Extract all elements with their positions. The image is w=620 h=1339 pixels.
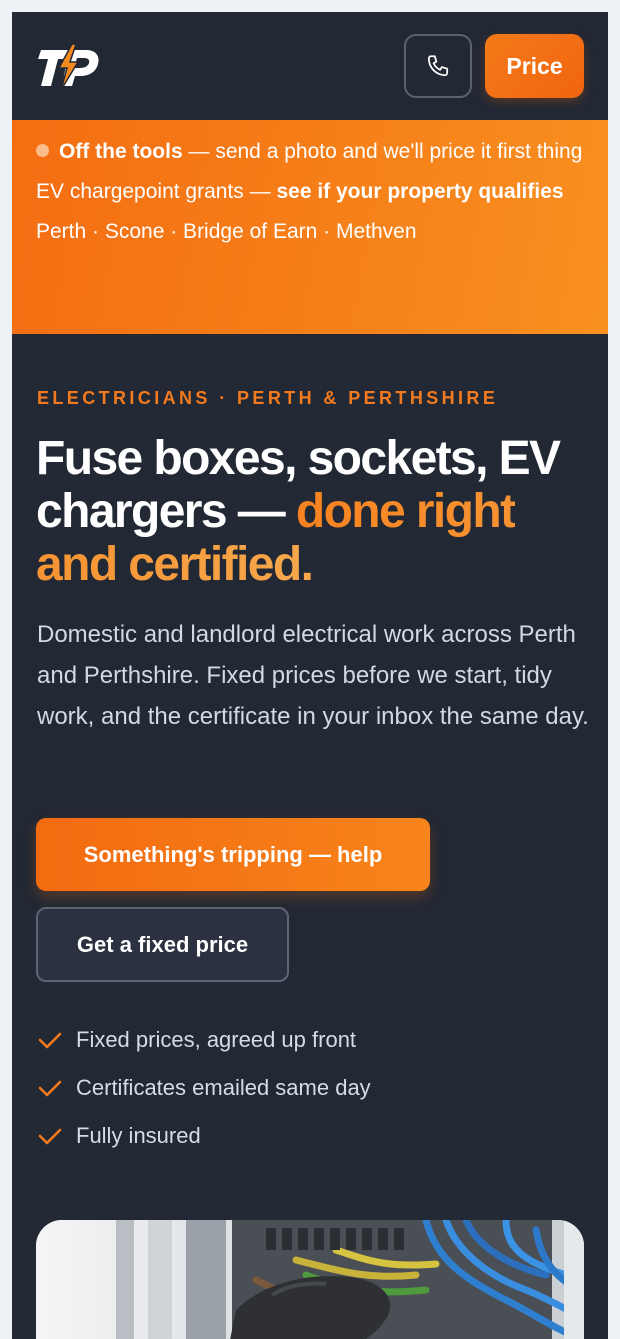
phone-icon — [427, 55, 449, 77]
call-button[interactable] — [404, 34, 472, 98]
checkmark-icon — [36, 1074, 64, 1102]
benefit-label: Fixed prices, agreed up front — [76, 1027, 357, 1052]
hero-eyebrow: ELECTRICIANS · PERTH & PERTHSHIRE — [37, 388, 499, 408]
hero-headline: Fuse boxes, sockets, EV chargers — done … — [36, 432, 596, 591]
benefits-list: Fixed prices, agreed up front Certificat… — [36, 1016, 371, 1160]
benefit-item: Fixed prices, agreed up front — [36, 1016, 371, 1064]
benefit-item: Fully insured — [36, 1112, 371, 1160]
hero-photo-fuse-board — [36, 1220, 584, 1339]
service-area-towns: Perth · Scone · Bridge of Earn · Methven — [36, 220, 417, 243]
site-header: Price — [12, 12, 608, 120]
emergency-help-button[interactable]: Something's tripping — help — [36, 818, 430, 891]
checkmark-icon — [36, 1122, 64, 1150]
benefit-label: Fully insured — [76, 1123, 201, 1148]
page-frame: Price Off the tools — send a photo and w… — [12, 12, 608, 1339]
price-button[interactable]: Price — [485, 34, 584, 98]
banner-item-text: — send a photo and we'll price it first … — [182, 140, 583, 163]
fixed-price-button[interactable]: Get a fixed price — [36, 907, 289, 982]
status-dot-icon — [36, 144, 49, 157]
benefit-label: Certificates emailed same day — [76, 1075, 371, 1100]
banner-item-ev-grants[interactable]: EV chargepoint grants — see if your prop… — [36, 174, 584, 210]
lightning-logo-icon — [38, 43, 99, 91]
banner-item-text: EV chargepoint grants — — [36, 180, 277, 203]
banner-item-photo-quote[interactable]: Off the tools — send a photo and we'll p… — [36, 134, 584, 170]
hero-lede: Domestic and landlord electrical work ac… — [37, 621, 589, 730]
brand-logo[interactable] — [38, 42, 100, 94]
benefit-item: Certificates emailed same day — [36, 1064, 371, 1112]
announcement-banner: Off the tools — send a photo and we'll p… — [12, 120, 608, 334]
electrician-photo-image — [36, 1220, 584, 1339]
banner-item-bold: see if your property qualifies — [276, 180, 564, 203]
banner-item-bold: Off the tools — [59, 140, 183, 163]
checkmark-icon — [36, 1026, 64, 1054]
